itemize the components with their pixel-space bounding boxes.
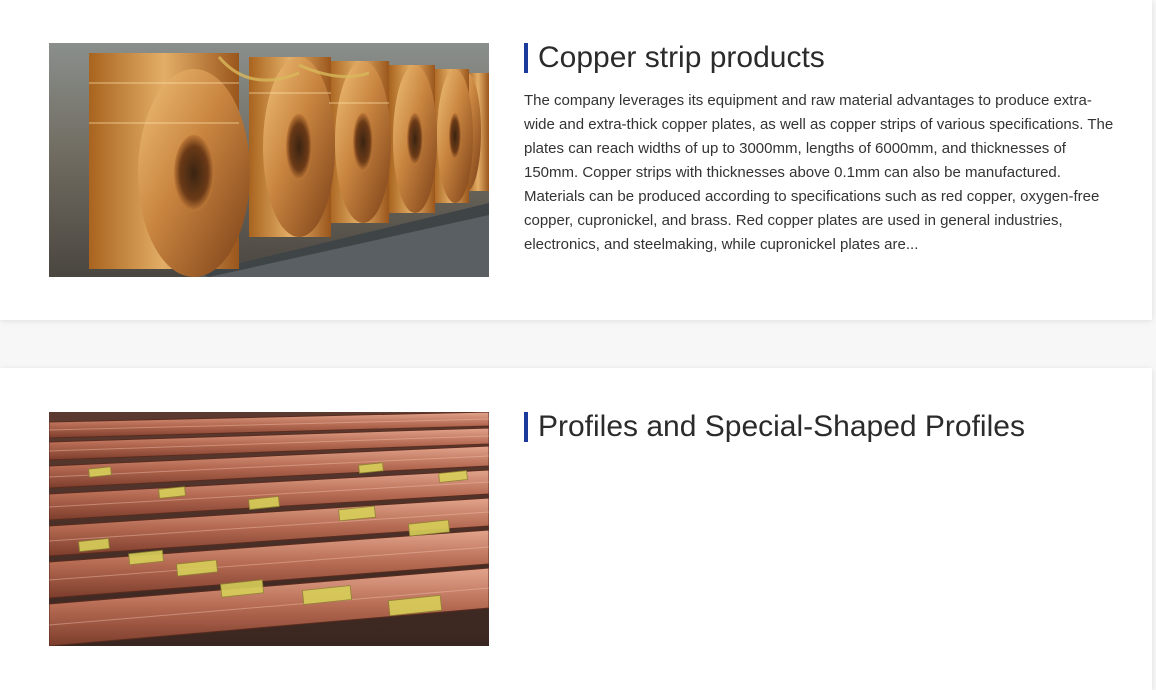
product-title[interactable]: Copper strip products	[524, 43, 825, 73]
product-card-profiles[interactable]: Profiles and Special-Shaped Profiles	[0, 368, 1152, 690]
copper-bars-image[interactable]	[49, 412, 489, 646]
product-card-copper-strip[interactable]: Copper strip products The company levera…	[0, 0, 1152, 320]
copper-coils-image[interactable]	[49, 43, 489, 277]
product-title[interactable]: Profiles and Special-Shaped Profiles	[524, 412, 1025, 442]
product-description: The company leverages its equipment and …	[524, 92, 1114, 253]
